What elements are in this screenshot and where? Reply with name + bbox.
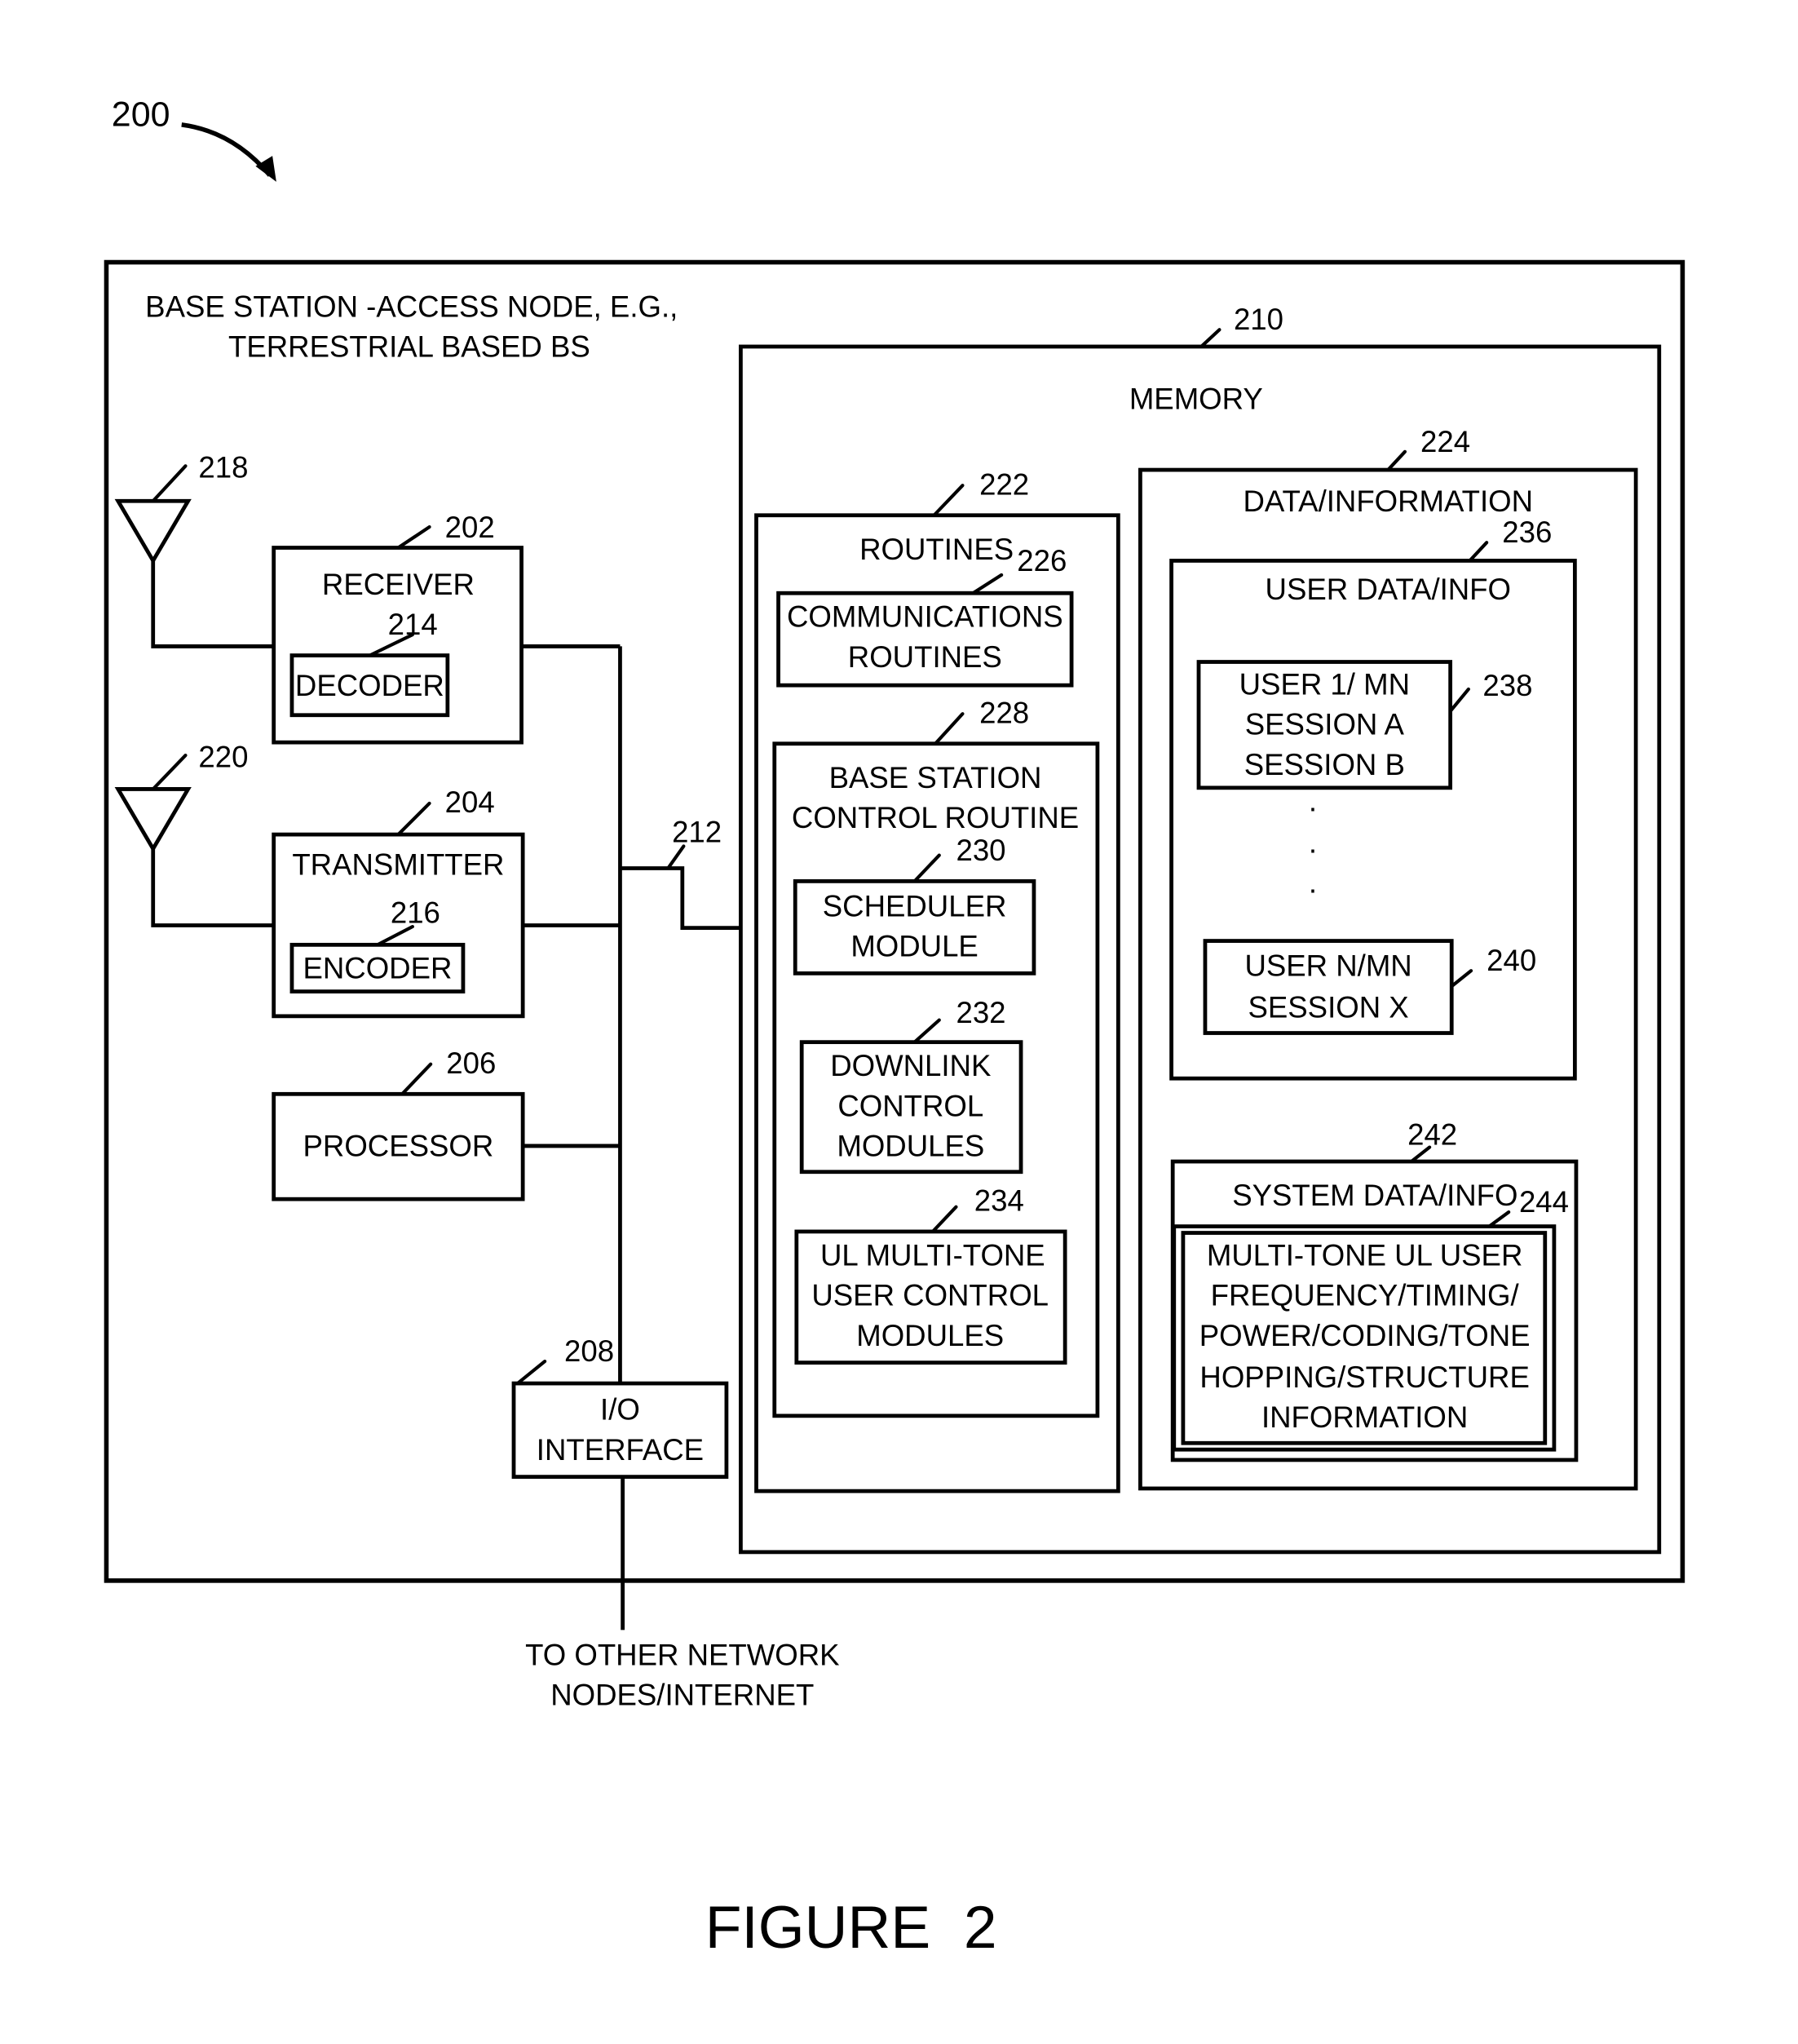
ul-multitone-control-ref: 234 — [974, 1183, 1024, 1217]
ul-multitone-control-line2: USER CONTROL — [811, 1279, 1049, 1312]
control-routine-ref: 228 — [979, 696, 1029, 729]
routines-label: ROUTINES — [859, 533, 1014, 566]
user1-line3: SESSION B — [1244, 748, 1405, 781]
ul-multitone-control-line3: MODULES — [856, 1319, 1004, 1352]
processor-label: PROCESSOR — [303, 1130, 494, 1163]
user-ellipsis-dot: · — [1308, 873, 1318, 906]
ul-multitone-control-line1: UL MULTI-TONE — [820, 1238, 1045, 1272]
processor-ref: 206 — [446, 1046, 496, 1080]
downlink-control-ref: 232 — [956, 996, 1005, 1029]
userN-line1: USER N/MN — [1244, 949, 1411, 983]
transmitter-ref: 204 — [445, 785, 495, 819]
userN-ref: 240 — [1487, 944, 1536, 977]
user1-line2: SESSION A — [1245, 708, 1405, 741]
scheduler-module-line1: SCHEDULER — [823, 889, 1007, 922]
system-data-ref: 242 — [1407, 1117, 1457, 1151]
downlink-control-line3: MODULES — [837, 1130, 984, 1163]
encoder-ref: 216 — [391, 896, 440, 929]
transmitter-label: TRANSMITTER — [292, 847, 504, 881]
multitone-info-line4: HOPPING/STRUCTURE — [1199, 1360, 1529, 1394]
control-routine-line1: BASE STATION — [829, 761, 1042, 794]
base-station-title-line2: TERRESTRIAL BASED BS — [228, 330, 590, 364]
multitone-info-line1: MULTI-TONE UL USER — [1207, 1238, 1522, 1272]
user-ellipsis-dot: · — [1308, 790, 1318, 824]
scheduler-module-line2: MODULE — [850, 930, 978, 963]
data-information-label: DATA/INFORMATION — [1243, 484, 1533, 518]
communications-routines-ref: 226 — [1017, 544, 1067, 577]
figure-canvas: 200 BASE STATION -ACCESS NODE, E.G., TER… — [104, 95, 1685, 1961]
antenna-218-ref: 218 — [198, 451, 248, 484]
user1-ref: 238 — [1482, 669, 1532, 702]
downlink-control-line1: DOWNLINK — [830, 1049, 991, 1082]
external-label-line1: TO OTHER NETWORK — [525, 1638, 839, 1671]
figure-ref-arrow-icon — [181, 122, 272, 177]
userN-line2: SESSION X — [1248, 990, 1408, 1024]
communications-routines-line2: ROUTINES — [848, 640, 1002, 674]
encoder-label: ENCODER — [303, 952, 452, 985]
memory-label: MEMORY — [1129, 382, 1263, 415]
memory-ref: 210 — [1234, 303, 1283, 336]
downlink-control-line2: CONTROL — [837, 1089, 983, 1122]
multitone-info-line5: INFORMATION — [1261, 1400, 1468, 1434]
figure-ref-arrowhead-icon — [255, 156, 276, 182]
receiver-ref: 202 — [445, 511, 495, 544]
multitone-info-ref: 244 — [1519, 1185, 1569, 1219]
antenna-220-ref: 220 — [198, 740, 248, 773]
multitone-info-line3: POWER/CODING/TONE — [1199, 1319, 1531, 1352]
data-information-ref: 224 — [1420, 425, 1470, 458]
base-station-title-line1: BASE STATION -ACCESS NODE, E.G., — [145, 290, 678, 323]
user-data-ref: 236 — [1502, 515, 1552, 549]
system-data-label: SYSTEM DATA/INFO — [1232, 1179, 1517, 1212]
multitone-info-line2: FREQUENCY/TIMING/ — [1211, 1279, 1520, 1312]
io-interface-label-line1: I/O — [600, 1393, 640, 1427]
io-interface-ref: 208 — [564, 1334, 614, 1368]
communications-routines-line1: COMMUNICATIONS — [787, 600, 1063, 634]
external-label-line2: NODES/INTERNET — [550, 1679, 814, 1712]
figure-ref-label: 200 — [112, 95, 170, 134]
user-ellipsis-dot: · — [1308, 832, 1318, 865]
control-routine-line2: CONTROL ROUTINE — [792, 801, 1079, 834]
user1-line1: USER 1/ MN — [1239, 667, 1410, 701]
decoder-label: DECODER — [295, 669, 444, 702]
user-data-label: USER DATA/INFO — [1266, 573, 1511, 606]
figure-caption: FIGURE 2 — [705, 1894, 997, 1961]
io-interface-label-line2: INTERFACE — [537, 1433, 704, 1467]
bus-ref: 212 — [672, 816, 722, 849]
routines-ref: 222 — [979, 467, 1029, 501]
receiver-label: RECEIVER — [322, 568, 475, 601]
scheduler-module-ref: 230 — [956, 834, 1005, 867]
